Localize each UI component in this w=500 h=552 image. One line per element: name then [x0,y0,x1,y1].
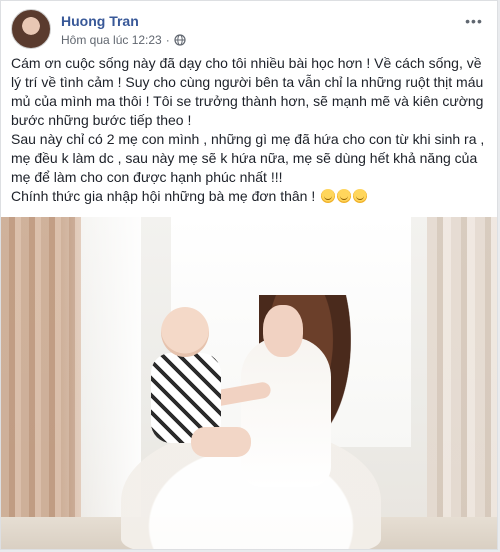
post-paragraph-2: Sau này chỉ có 2 mẹ con mình , những gì … [11,131,485,185]
smile-emoji-icon [337,189,352,203]
more-options-icon[interactable]: ••• [463,13,485,29]
post-meta: Hôm qua lúc 12:23 · [61,33,186,47]
facebook-post: Huong Tran Hôm qua lúc 12:23 · ••• Cám ơ… [0,0,498,550]
baby-legs [191,427,251,457]
post-timestamp[interactable]: Hôm qua lúc 12:23 [61,33,162,47]
mother-body [241,337,331,487]
post-header: Huong Tran Hôm qua lúc 12:23 · ••• [11,9,489,49]
post-paragraph-3: Chính thức gia nhập hội những bà mẹ đơn … [11,187,489,206]
author-avatar[interactable] [11,9,51,49]
curtain-right [427,217,497,549]
globe-icon[interactable] [174,34,186,46]
post-text: Cám ơn cuộc sống này đã dạy cho tôi nhiề… [11,54,489,206]
smile-emoji-icon [353,189,368,203]
post-paragraph-3-text: Chính thức gia nhập hội những bà mẹ đơn … [11,188,316,204]
baby-head [161,307,209,357]
meta-separator: · [165,33,170,47]
post-paragraph-1: Cám ơn cuộc sống này đã dạy cho tôi nhiề… [11,55,484,128]
mother-face [263,305,303,357]
smile-emoji-icon [321,189,336,203]
post-photo[interactable] [1,217,497,549]
author-name[interactable]: Huong Tran [61,13,139,29]
